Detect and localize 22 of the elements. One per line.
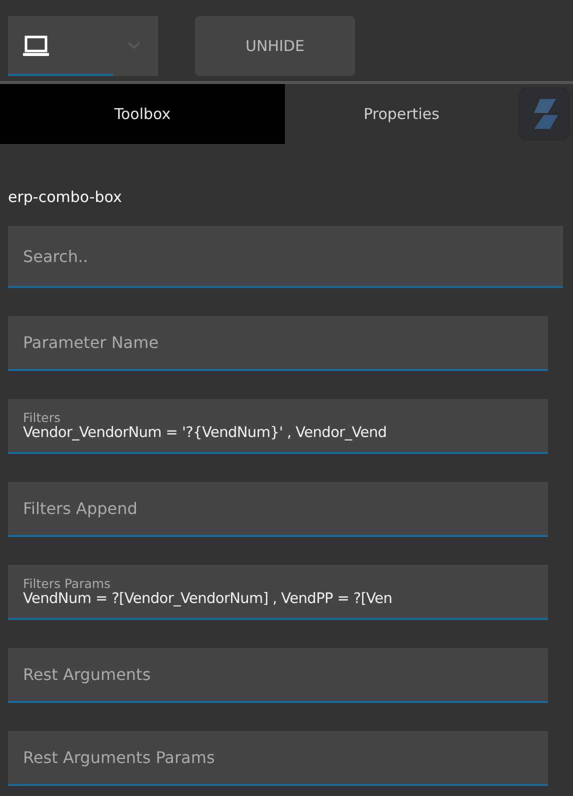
input-field[interactable]: Rest Arguments Params xyxy=(8,731,548,786)
field-placeholder: Filters Append xyxy=(23,499,138,518)
field-placeholder: Parameter Name xyxy=(23,333,160,352)
input-field[interactable]: Rest Arguments xyxy=(8,648,548,703)
input-field[interactable]: Filters Vendor_VendorNum = '?{VendNum}' , Vendor_Vend xyxy=(8,399,548,454)
field-label: Filters xyxy=(23,410,62,425)
field-placeholder: Rest Arguments Params xyxy=(23,748,216,767)
field-label: Filters Params xyxy=(23,576,112,591)
laptop-icon xyxy=(22,34,50,58)
tab[interactable]: Properties xyxy=(285,84,518,144)
search-field[interactable]: Search.. xyxy=(8,226,563,288)
tab[interactable]: Toolbox xyxy=(0,84,285,144)
field-value: Vendor_VendorNum = '?{VendNum}' , Vendor_Vend xyxy=(23,425,388,441)
input-field[interactable]: Filters Params VendNum = ?[Vendor_VendorNum] , VendPP = ?[Ven xyxy=(8,565,548,620)
field-value: VendNum = ?[Vendor_VendorNum] , VendPP = ?[Ven xyxy=(23,591,394,607)
component-name: erp-combo-box xyxy=(7,187,123,208)
input-field[interactable]: Filters Append xyxy=(8,482,548,537)
input-field[interactable]: Parameter Name xyxy=(8,316,548,371)
unhide-button[interactable]: UNHIDE xyxy=(195,16,355,76)
field-placeholder: Rest Arguments xyxy=(23,665,152,684)
device-select[interactable] xyxy=(8,16,158,76)
chevron-icon xyxy=(128,42,140,50)
